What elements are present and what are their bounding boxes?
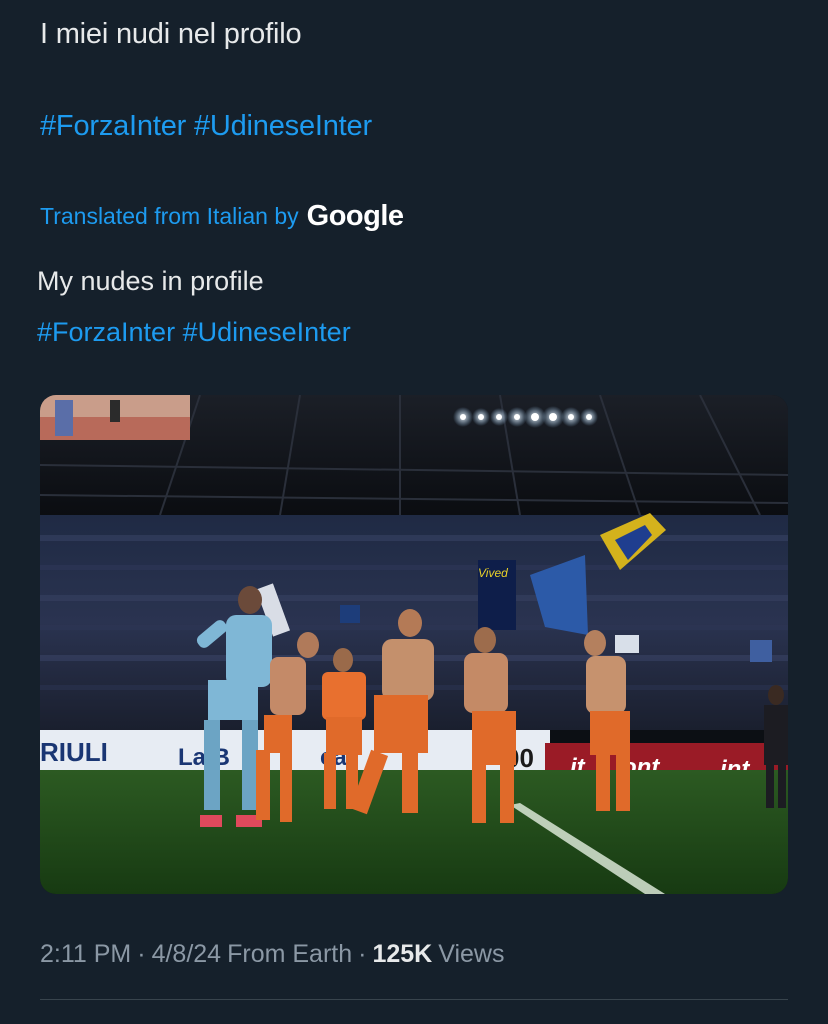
tweet-time[interactable]: 2:11 PM <box>40 940 131 969</box>
translated-from-link[interactable]: Translated from Italian by <box>40 203 299 230</box>
meta-separator: · <box>137 940 146 968</box>
tweet-meta: 2:11 PM · 4/8/24 From Earth · 125K Views <box>40 940 504 969</box>
translated-hashtag-forzainter[interactable]: #ForzaInter <box>37 317 175 347</box>
tweet-original-text: I miei nudi nel profilo <box>40 18 302 50</box>
divider <box>40 999 788 1000</box>
meta-separator-2: · <box>358 940 367 968</box>
translated-hashtag-row: #ForzaInter #UdineseInter <box>37 317 351 348</box>
tweet-date[interactable]: 4/8/24 <box>152 940 222 969</box>
google-logo: Google <box>306 200 404 232</box>
translation-attribution: Translated from Italian by Google <box>40 200 404 233</box>
views-label: Views <box>438 940 505 968</box>
stadium-photo-illustration: Vived RIULI La B ca 00 it ont int <box>40 395 788 894</box>
board-text-riuli: RIULI <box>40 737 108 767</box>
views-count: 125K <box>372 940 433 968</box>
banner-text: Vived <box>478 566 508 580</box>
hashtag-udineseinter[interactable]: #UdineseInter <box>194 110 372 142</box>
translated-text: My nudes in profile <box>37 266 264 296</box>
tweet-source: From Earth <box>227 940 353 968</box>
hashtag-row: #ForzaInter #UdineseInter <box>40 110 372 143</box>
hashtag-forzainter[interactable]: #ForzaInter <box>40 110 186 142</box>
tweet-photo[interactable]: Vived RIULI La B ca 00 it ont int <box>40 395 788 894</box>
translated-hashtag-udineseinter[interactable]: #UdineseInter <box>183 317 351 347</box>
